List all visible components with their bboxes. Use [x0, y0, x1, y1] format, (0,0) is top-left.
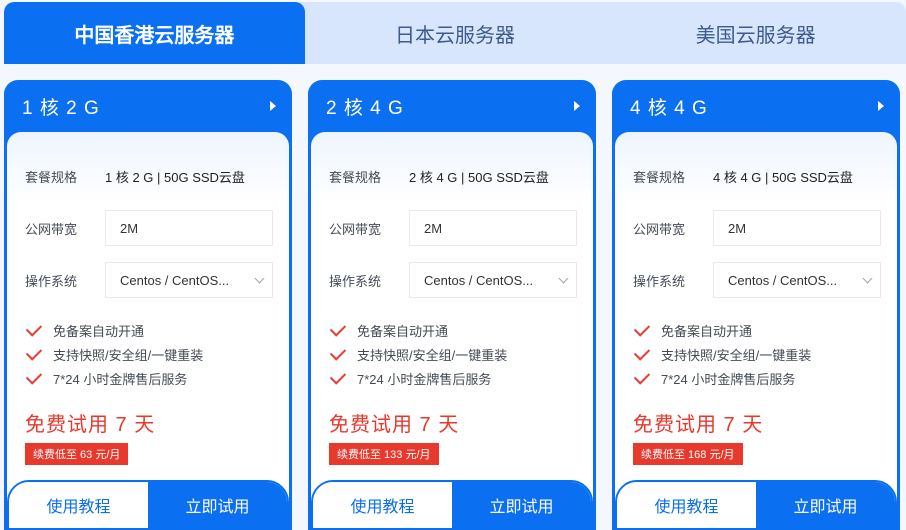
bandwidth-field[interactable]: 2M	[409, 210, 577, 246]
try-now-button[interactable]: 立即试用	[148, 482, 287, 528]
plan-card-header[interactable]: 1 核 2 G	[4, 80, 292, 132]
plan-card-body: 套餐规格 2 核 4 G | 50G SSD云盘 公网带宽 2M 操作系统 Ce…	[311, 132, 593, 530]
guide-button[interactable]: 使用教程	[9, 482, 148, 528]
feature-text: 免备案自动开通	[661, 323, 753, 339]
os-label: 操作系统	[633, 273, 686, 289]
card-actions: 使用教程 立即试用	[615, 480, 897, 530]
feature-text: 支持快照/安全组/一键重装	[53, 347, 204, 363]
bandwidth-label: 公网带宽	[329, 221, 382, 237]
caret-right-icon	[574, 101, 580, 111]
check-icon	[25, 319, 43, 337]
feature-list: 免备案自动开通 支持快照/安全组/一键重装 7*24 小时金牌售后服务	[329, 318, 507, 390]
spec-value: 4 核 4 G | 50G SSD云盘	[713, 169, 853, 185]
try-now-button[interactable]: 立即试用	[756, 482, 895, 528]
plan-title: 4 核 4 G	[630, 97, 708, 119]
bandwidth-field[interactable]: 2M	[713, 210, 881, 246]
check-icon	[329, 367, 347, 385]
check-icon	[25, 343, 43, 361]
plan-card-header[interactable]: 2 核 4 G	[308, 80, 596, 132]
list-item: 免备案自动开通	[633, 318, 811, 342]
check-icon	[633, 367, 651, 385]
spec-label: 套餐规格	[633, 169, 686, 185]
free-trial-text: 免费试用 7 天	[25, 414, 156, 436]
os-value: Centos / CentOS...	[424, 272, 534, 288]
spec-value: 2 核 4 G | 50G SSD云盘	[409, 169, 549, 185]
check-icon	[329, 319, 347, 337]
spec-row: 套餐规格 2 核 4 G | 50G SSD云盘	[329, 159, 577, 193]
plan-card: 4 核 4 G 套餐规格 4 核 4 G | 50G SSD云盘 公网带宽 2M…	[612, 80, 900, 530]
plan-card-body: 套餐规格 4 核 4 G | 50G SSD云盘 公网带宽 2M 操作系统 Ce…	[615, 132, 897, 530]
spec-label: 套餐规格	[25, 169, 78, 185]
os-select[interactable]: Centos / CentOS...	[409, 262, 577, 298]
feature-text: 支持快照/安全组/一键重装	[661, 347, 812, 363]
spec-value: 1 核 2 G | 50G SSD云盘	[105, 169, 245, 185]
check-icon	[25, 367, 43, 385]
list-item: 支持快照/安全组/一键重装	[633, 342, 811, 366]
list-item: 7*24 小时金牌售后服务	[329, 366, 507, 390]
bandwidth-label: 公网带宽	[25, 221, 78, 237]
free-trial-text: 免费试用 7 天	[329, 414, 460, 436]
tab-hongkong[interactable]: 中国香港云服务器	[4, 2, 305, 64]
plan-card: 1 核 2 G 套餐规格 1 核 2 G | 50G SSD云盘 公网带宽 2M…	[4, 80, 292, 530]
feature-list: 免备案自动开通 支持快照/安全组/一键重装 7*24 小时金牌售后服务	[25, 318, 203, 390]
list-item: 支持快照/安全组/一键重装	[329, 342, 507, 366]
feature-list: 免备案自动开通 支持快照/安全组/一键重装 7*24 小时金牌售后服务	[633, 318, 811, 390]
plan-card-header[interactable]: 4 核 4 G	[612, 80, 900, 132]
bandwidth-value: 2M	[120, 220, 139, 236]
plan-card-body: 套餐规格 1 核 2 G | 50G SSD云盘 公网带宽 2M 操作系统 Ce…	[7, 132, 289, 530]
tab-japan[interactable]: 日本云服务器	[305, 2, 606, 64]
guide-button[interactable]: 使用教程	[313, 482, 452, 528]
os-select[interactable]: Centos / CentOS...	[105, 262, 273, 298]
bandwidth-value: 2M	[424, 220, 443, 236]
caret-right-icon	[878, 101, 884, 111]
plan-card: 2 核 4 G 套餐规格 2 核 4 G | 50G SSD云盘 公网带宽 2M…	[308, 80, 596, 530]
chevron-down-icon	[854, 263, 880, 297]
spec-row: 套餐规格 4 核 4 G | 50G SSD云盘	[633, 159, 881, 193]
chevron-down-icon	[246, 263, 272, 297]
spec-row: 套餐规格 1 核 2 G | 50G SSD云盘	[25, 159, 273, 193]
os-value: Centos / CentOS...	[728, 272, 838, 288]
feature-text: 7*24 小时金牌售后服务	[661, 371, 796, 387]
card-actions: 使用教程 立即试用	[7, 480, 289, 530]
list-item: 免备案自动开通	[25, 318, 203, 342]
bandwidth-field[interactable]: 2M	[105, 210, 273, 246]
check-icon	[633, 319, 651, 337]
os-label: 操作系统	[329, 273, 382, 289]
os-label: 操作系统	[25, 273, 78, 289]
list-item: 支持快照/安全组/一键重装	[25, 342, 203, 366]
feature-text: 免备案自动开通	[357, 323, 449, 339]
feature-text: 免备案自动开通	[53, 323, 145, 339]
free-trial-text: 免费试用 7 天	[633, 414, 764, 436]
list-item: 免备案自动开通	[329, 318, 507, 342]
os-value: Centos / CentOS...	[120, 272, 230, 288]
guide-button[interactable]: 使用教程	[617, 482, 756, 528]
renew-price-badge: 续费低至 133 元/月	[329, 443, 439, 465]
caret-right-icon	[270, 101, 276, 111]
bandwidth-label: 公网带宽	[633, 221, 686, 237]
try-now-button[interactable]: 立即试用	[452, 482, 591, 528]
feature-text: 支持快照/安全组/一键重装	[357, 347, 508, 363]
list-item: 7*24 小时金牌售后服务	[25, 366, 203, 390]
chevron-down-icon	[550, 263, 576, 297]
spec-label: 套餐规格	[329, 169, 382, 185]
feature-text: 7*24 小时金牌售后服务	[53, 371, 188, 387]
plan-title: 2 核 4 G	[326, 97, 404, 119]
tab-usa[interactable]: 美国云服务器	[605, 2, 906, 64]
os-select[interactable]: Centos / CentOS...	[713, 262, 881, 298]
check-icon	[633, 343, 651, 361]
feature-text: 7*24 小时金牌售后服务	[357, 371, 492, 387]
card-actions: 使用教程 立即试用	[311, 480, 593, 530]
plan-title: 1 核 2 G	[22, 97, 100, 119]
check-icon	[329, 343, 347, 361]
bandwidth-value: 2M	[728, 220, 747, 236]
list-item: 7*24 小时金牌售后服务	[633, 366, 811, 390]
renew-price-badge: 续费低至 63 元/月	[25, 443, 129, 465]
region-tabs: 中国香港云服务器 日本云服务器 美国云服务器	[4, 2, 906, 64]
renew-price-badge: 续费低至 168 元/月	[633, 443, 743, 465]
